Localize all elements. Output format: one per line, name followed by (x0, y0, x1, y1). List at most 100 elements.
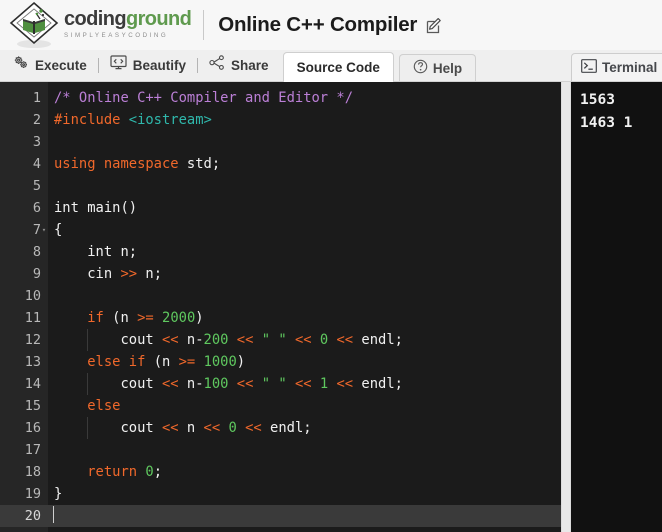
tab-terminal-label: Terminal (602, 60, 658, 75)
code-token: else if (87, 354, 146, 370)
brand-name-part1: coding (64, 7, 127, 30)
line-number: 11 (24, 310, 41, 326)
code-line[interactable]: cout << n << 0 << endl; (48, 417, 561, 439)
code-line[interactable]: } (48, 483, 561, 505)
line-number: 8 (32, 244, 41, 260)
code-line[interactable]: /* Online C++ Compiler and Editor */ (48, 87, 561, 109)
indent-guide (87, 373, 88, 395)
code-token: n; (137, 266, 162, 282)
brand-name-part2: ground (125, 7, 192, 30)
code-line[interactable]: int n; (48, 241, 561, 263)
edit-pencil-icon[interactable] (426, 17, 443, 34)
code-token: 1 (319, 376, 329, 392)
code-line[interactable] (48, 505, 561, 527)
code-token: 200 (203, 332, 229, 348)
code-token: 2000 (162, 310, 196, 326)
code-line[interactable] (48, 131, 561, 153)
tab-help-label: Help (432, 60, 463, 76)
line-number-gutter: 1 2 3 4 5 6 7 ▾ 8 9 10 11 12 13 14 15 16 17 18 19 20 (0, 82, 48, 532)
code-line[interactable]: else if (n >= 1000) (48, 351, 561, 373)
line-number: 4 (32, 156, 41, 172)
code-line[interactable]: cout << n-200 << " " << 0 << endl; (48, 329, 561, 351)
terminal-panel[interactable]: 1563 1463 1 (571, 82, 662, 532)
code-token: >= (137, 310, 154, 326)
brand-name: codingground (64, 7, 192, 30)
code-token: << (336, 376, 354, 392)
terminal-output-line: 1563 (580, 92, 615, 108)
panel-splitter[interactable] (561, 82, 571, 532)
book-diamond-logo-icon (6, 0, 62, 50)
code-line[interactable] (48, 285, 561, 307)
toolbar: Execute Beautify Share Source Code Help … (0, 50, 662, 82)
toolbar-separator (97, 57, 99, 73)
code-token: 100 (203, 376, 229, 392)
code-line[interactable]: return 0; (48, 461, 561, 483)
code-token: cout (54, 332, 162, 348)
code-token: return (87, 464, 138, 480)
beautify-button[interactable]: Beautify (102, 52, 194, 78)
tab-source-code[interactable]: Source Code (282, 52, 394, 82)
line-number: 6 (32, 200, 41, 216)
tab-source-code-label: Source Code (296, 59, 380, 75)
code-token: 0 (145, 464, 154, 480)
code-token: ; (153, 464, 163, 480)
code-line[interactable]: if (n >= 2000) (48, 307, 561, 329)
code-token: 0 (228, 420, 237, 436)
code-line[interactable]: cin >> n; (48, 263, 561, 285)
code-token: (n (103, 310, 138, 326)
terminal-output-line: 1463 1 (580, 115, 633, 131)
code-content[interactable]: /* Online C++ Compiler and Editor */ #inc… (48, 82, 561, 532)
line-number: 17 (24, 442, 41, 458)
line-number: 1 (32, 90, 41, 106)
code-token: cin (54, 266, 121, 282)
header-divider (203, 10, 205, 40)
code-line[interactable]: { (48, 219, 561, 241)
line-number: 2 (32, 112, 41, 128)
code-token: int n; (54, 244, 138, 260)
share-button[interactable]: Share (201, 52, 277, 78)
code-token: int main() (54, 200, 138, 216)
line-number: 16 (24, 420, 41, 436)
code-line[interactable]: int main() (48, 197, 561, 219)
code-token: << (236, 332, 254, 348)
code-line[interactable]: else (48, 395, 561, 417)
line-number: 15 (24, 398, 41, 414)
code-line[interactable] (48, 175, 561, 197)
brand-logo[interactable]: codingground SIMPLYEASYCODING (6, 0, 192, 50)
code-token: endl; (353, 332, 403, 348)
fold-toggle-icon[interactable]: ▾ (40, 219, 48, 241)
execute-label: Execute (35, 57, 87, 73)
execute-button[interactable]: Execute (5, 52, 95, 78)
code-token: << (161, 420, 179, 436)
brand-tagline: SIMPLYEASYCODING (64, 31, 169, 39)
code-token: << (245, 420, 262, 436)
toolbar-separator (197, 57, 199, 73)
tab-terminal[interactable]: Terminal (571, 53, 662, 81)
code-token: (n (145, 354, 179, 370)
code-editor[interactable]: 1 2 3 4 5 6 7 ▾ 8 9 10 11 12 13 14 15 16 17 18 19 20 /* Onli… (0, 82, 561, 532)
code-token: endl; (261, 420, 312, 436)
share-label: Share (231, 57, 269, 73)
line-number: 3 (32, 134, 41, 150)
code-token: { (54, 222, 63, 238)
code-line[interactable]: #include <iostream> (48, 109, 561, 131)
code-line[interactable]: cout << n-100 << " " << 1 << endl; (48, 373, 561, 395)
code-token: endl; (353, 376, 403, 392)
code-token: " " (261, 376, 287, 392)
tab-help[interactable]: Help (398, 54, 477, 81)
code-token: cout (54, 420, 162, 436)
code-line[interactable]: using namespace std; (48, 153, 561, 175)
terminal-tab-wrapper: Terminal (571, 49, 662, 81)
code-line[interactable] (48, 439, 561, 461)
line-number: 19 (24, 486, 41, 502)
